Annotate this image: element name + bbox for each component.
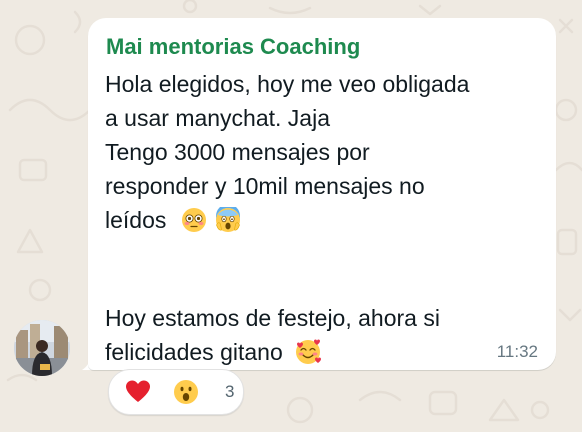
message-line: Tengo 3000 mensajes por [105, 139, 370, 165]
reactions-bar[interactable]: 3 [108, 369, 244, 415]
message-timestamp: 11:32 [496, 342, 538, 361]
message-line-with-emojis: leídos [105, 206, 241, 234]
smiling-face-with-hearts-emoji [296, 339, 322, 364]
message-line: Hoy estamos de festejo, ahora si [105, 305, 440, 331]
message-text: felicidades gitano [105, 339, 283, 365]
message-line: Hola elegidos, hoy me veo obligada [105, 71, 470, 97]
message-line: a usar manychat. Jaja [105, 105, 331, 131]
message-line-with-emoji: felicidades gitano [105, 338, 322, 366]
sender-name[interactable]: Mai mentorias Coaching [106, 34, 360, 60]
message-line: responder y 10mil mensajes no [105, 173, 425, 199]
face-screaming-in-fear-emoji [216, 207, 241, 232]
avatar[interactable] [14, 320, 70, 376]
reaction-count: 3 [225, 382, 235, 401]
message-text: leídos [105, 207, 167, 233]
face-with-open-mouth-emoji [174, 380, 198, 404]
message-bubble[interactable]: Mai mentorias Coaching Hola elegidos, ho… [88, 18, 556, 370]
red-heart-emoji [126, 380, 150, 402]
flushed-face-emoji [181, 208, 206, 232]
